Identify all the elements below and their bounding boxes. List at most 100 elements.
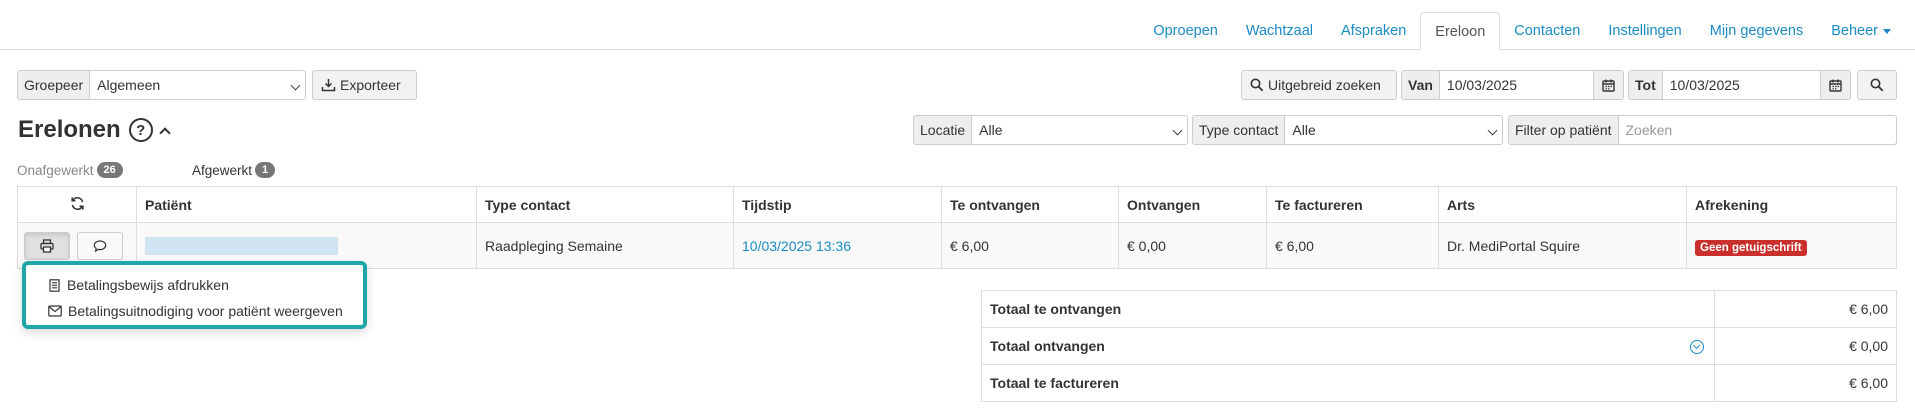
contact-type-label: Type contact — [1193, 116, 1286, 144]
calendar-icon — [1602, 79, 1615, 92]
total-value: € 0,00 — [1714, 327, 1897, 365]
group-by-value[interactable]: Algemeen — [90, 71, 305, 99]
group-by-value-text: Algemeen — [97, 77, 161, 93]
status-tab-onafgewerkt[interactable]: Onafgewerkt 26 — [17, 162, 123, 178]
column-header-patient[interactable]: Patiënt — [136, 186, 477, 223]
help-icon[interactable]: ? — [128, 118, 153, 142]
advanced-search-button[interactable]: Uitgebreid zoeken — [1241, 70, 1397, 100]
status-badge: Geen getuigschrift — [1695, 239, 1807, 256]
refresh-icon — [70, 196, 84, 210]
total-value: € 6,00 — [1714, 364, 1897, 402]
search-button[interactable] — [1857, 70, 1897, 100]
receipt-icon — [49, 278, 60, 292]
contact-type-value-text: Alle — [1292, 122, 1316, 138]
menu-item-label: Betalingsuitnodiging voor patiënt weerge… — [68, 303, 343, 319]
totals-table: Totaal te ontvangen € 6,00 Totaal ontvan… — [981, 290, 1897, 402]
tab-afspraken[interactable]: Afspraken — [1327, 12, 1420, 50]
total-label: Totaal te factureren — [981, 364, 1715, 402]
calendar-from-button[interactable] — [1593, 71, 1623, 99]
count-badge: 26 — [96, 162, 123, 178]
patient-name-redacted — [145, 236, 338, 255]
advanced-search-label: Uitgebreid zoeken — [1268, 77, 1381, 93]
total-label: Totaal te ontvangen — [981, 290, 1715, 328]
menu-item-label: Betalingsbewijs afdrukken — [67, 277, 229, 293]
calendar-icon — [1829, 79, 1842, 92]
comment-button[interactable] — [76, 231, 123, 260]
location-select[interactable]: Locatie Alle — [913, 115, 1188, 145]
date-to-label: Tot — [1629, 71, 1663, 99]
menu-item-print-receipt[interactable]: Betalingsbewijs afdrukken — [26, 272, 363, 298]
total-label-cell: Totaal ontvangen — [981, 327, 1715, 365]
export-label: Exporteer — [340, 77, 401, 93]
cell-te-factureren: € 6,00 — [1266, 222, 1439, 269]
tab-contacten[interactable]: Contacten — [1500, 12, 1594, 50]
page-title: Erelonen — [18, 116, 121, 143]
tab-oproepen[interactable]: Oproepen — [1139, 12, 1232, 50]
column-header-ontvangen[interactable]: Ontvangen — [1118, 186, 1267, 223]
chevron-down-icon — [290, 80, 301, 91]
group-by-label: Groepeer — [18, 71, 91, 99]
tab-mijn-gegevens[interactable]: Mijn gegevens — [1696, 12, 1818, 50]
date-to-group: Tot 10/03/2025 — [1628, 70, 1851, 100]
print-button[interactable] — [24, 231, 70, 260]
date-from-label: Van — [1402, 71, 1440, 99]
download-icon — [321, 79, 336, 92]
printer-icon — [40, 238, 54, 253]
totals-row: Totaal te factureren € 6,00 — [981, 364, 1897, 402]
patient-filter-input[interactable]: Zoeken — [1619, 116, 1897, 144]
contact-type-value[interactable]: Alle — [1285, 116, 1502, 144]
contact-type-select[interactable]: Type contact Alle — [1192, 115, 1503, 145]
tab-wachtzaal[interactable]: Wachtzaal — [1232, 12, 1327, 50]
column-header-te-ontvangen[interactable]: Te ontvangen — [941, 186, 1119, 223]
top-navigation: Oproepen Wachtzaal Afspraken Ereloon Con… — [0, 0, 1915, 51]
location-value-text: Alle — [979, 122, 1003, 138]
location-value[interactable]: Alle — [972, 116, 1187, 144]
date-from-input[interactable]: 10/03/2025 — [1440, 71, 1593, 99]
cell-ontvangen: € 0,00 — [1118, 222, 1267, 269]
chevron-down-icon — [1487, 125, 1498, 136]
search-icon — [1870, 78, 1884, 92]
calendar-to-button[interactable] — [1820, 71, 1850, 99]
column-header-arts[interactable]: Arts — [1438, 186, 1687, 223]
export-button[interactable]: Exporteer — [312, 70, 417, 100]
status-tab-afgewerkt[interactable]: Afgewerkt 1 — [192, 162, 276, 178]
date-from-group: Van 10/03/2025 — [1401, 70, 1624, 100]
collapse-caret-icon[interactable] — [159, 127, 171, 139]
chevron-down-icon — [1172, 125, 1183, 136]
totals-row: Totaal te ontvangen € 6,00 — [981, 290, 1897, 328]
tab-instellingen[interactable]: Instellingen — [1594, 12, 1695, 50]
patient-filter-group: Filter op patiënt Zoeken — [1508, 115, 1897, 145]
cell-tijdstip[interactable]: 10/03/2025 13:36 — [733, 222, 942, 269]
status-tab-label: Afgewerkt — [192, 162, 253, 178]
tab-ereloon[interactable]: Ereloon — [1420, 12, 1501, 51]
cell-type-contact: Raadpleging Semaine — [476, 222, 734, 269]
tab-beheer[interactable]: Beheer — [1817, 12, 1905, 50]
tab-beheer-label: Beheer — [1831, 23, 1878, 39]
status-tab-label: Onafgewerkt — [17, 162, 94, 178]
cell-afrekening: Geen getuigschrift — [1686, 222, 1897, 269]
column-header-tijdstip[interactable]: Tijdstip — [733, 186, 942, 223]
totals-row: Totaal ontvangen € 0,00 — [981, 327, 1897, 365]
comment-icon — [93, 239, 107, 252]
count-badge: 1 — [255, 162, 276, 178]
caret-down-icon — [1883, 28, 1891, 34]
patient-filter-label: Filter op patiënt — [1509, 116, 1619, 144]
refresh-header[interactable] — [17, 186, 137, 223]
column-header-afrekening[interactable]: Afrekening — [1686, 186, 1897, 223]
search-icon — [1250, 78, 1264, 92]
envelope-icon — [48, 305, 62, 317]
page-title-block: Erelonen ? — [18, 116, 171, 144]
total-value: € 6,00 — [1714, 290, 1897, 328]
column-header-type-contact[interactable]: Type contact — [476, 186, 734, 223]
print-dropdown-menu: Betalingsbewijs afdrukken Betalingsuitno… — [22, 261, 367, 329]
menu-item-show-payment-invitation[interactable]: Betalingsuitnodiging voor patiënt weerge… — [26, 298, 363, 324]
group-by-select[interactable]: Groepeer Algemeen — [17, 70, 306, 100]
location-label: Locatie — [914, 116, 973, 144]
nav-tabs: Oproepen Wachtzaal Afspraken Ereloon Con… — [1139, 12, 1905, 51]
date-to-input[interactable]: 10/03/2025 — [1663, 71, 1820, 99]
tijdstip-link[interactable]: 10/03/2025 13:36 — [742, 238, 851, 254]
expand-chevron-icon[interactable] — [1690, 340, 1704, 354]
total-label: Totaal ontvangen — [990, 338, 1105, 354]
cell-te-ontvangen: € 6,00 — [941, 222, 1119, 269]
column-header-te-factureren[interactable]: Te factureren — [1266, 186, 1439, 223]
